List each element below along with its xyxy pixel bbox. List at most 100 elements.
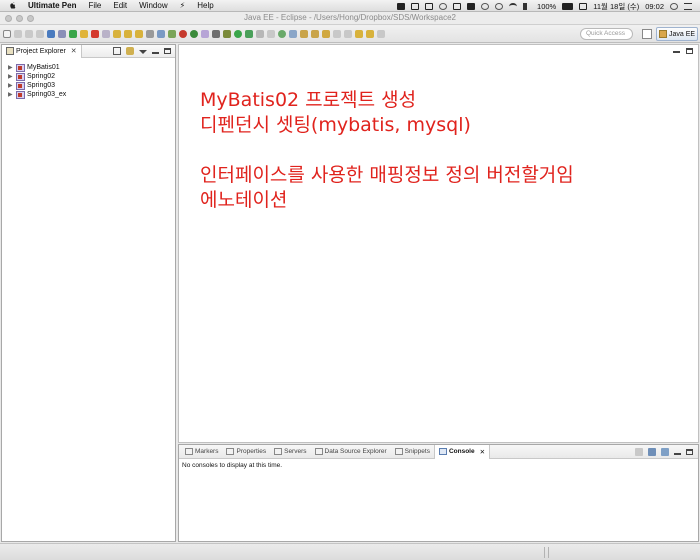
resume-icon[interactable] [69,30,77,38]
next-annotation-icon[interactable] [344,30,352,38]
menu-window[interactable]: Window [139,1,167,10]
new-web-icon[interactable] [289,30,297,38]
notification-center-icon[interactable] [684,2,692,10]
java-ee-perspective-icon [659,30,667,38]
flag-icon[interactable] [579,2,588,10]
expand-arrow-icon[interactable]: ▶ [8,91,16,98]
window-title: Java EE - Eclipse - /Users/Hong/Dropbox/… [244,13,456,22]
pin-console-icon[interactable] [635,448,643,456]
apple-menu-icon[interactable] [8,1,18,10]
open-task-icon[interactable] [311,30,319,38]
suspend-icon[interactable] [80,30,88,38]
perspective-java-ee-button[interactable]: Java EE [656,27,698,41]
open-console-icon[interactable] [661,448,669,456]
perspective-label: Java EE [669,30,696,38]
clock-time[interactable]: 09:02 [645,2,664,11]
tab-label: Snippets [404,448,430,455]
close-icon[interactable]: ✕ [480,448,485,456]
forward-icon[interactable] [366,30,374,38]
tab-servers[interactable]: Servers [270,445,310,459]
tab-properties[interactable]: Properties [222,445,270,459]
tray-tag-icon[interactable] [453,2,462,10]
disconnect-icon[interactable] [102,30,110,38]
tab-data-source-explorer[interactable]: Data Source Explorer [311,445,391,459]
last-edit-icon[interactable] [377,30,385,38]
publish-icon[interactable] [190,30,198,38]
menu-file[interactable]: File [88,1,101,10]
new-package-icon[interactable] [267,30,275,38]
close-icon[interactable]: ✕ [71,47,77,55]
use-step-filters-icon[interactable] [157,30,165,38]
step-into-icon[interactable] [113,30,121,38]
external-tools-icon[interactable] [245,30,253,38]
maximize-editor-button[interactable] [686,48,693,54]
maximize-view-button[interactable] [164,48,171,54]
print-icon[interactable] [36,30,44,38]
tray-dropbox-icon[interactable] [467,2,476,10]
status-separator [544,547,545,558]
tray-copy-icon[interactable] [425,2,434,10]
display-console-icon[interactable] [648,448,656,456]
spotlight-icon[interactable] [670,2,678,10]
tray-square-icon[interactable] [411,2,420,10]
open-perspective-icon[interactable] [642,29,652,39]
markers-icon [185,448,193,455]
new-icon[interactable] [3,30,11,38]
drop-frame-icon[interactable] [146,30,154,38]
view-menu-icon[interactable] [139,50,147,54]
quick-access-input[interactable]: Quick Access [580,28,633,40]
project-item-spring02[interactable]: ▶ Spring02 [2,72,175,81]
save-all-icon[interactable] [25,30,33,38]
editor-controls [673,48,693,54]
expand-arrow-icon[interactable]: ▶ [8,73,16,80]
open-type-icon[interactable] [300,30,308,38]
wifi-icon[interactable] [509,2,518,10]
tab-project-explorer[interactable]: Project Explorer ✕ [2,44,82,58]
terminal-icon[interactable] [212,30,220,38]
run-icon[interactable] [234,30,242,38]
project-item-spring03-ex[interactable]: ▶ Spring03_ex [2,90,175,99]
volume-icon[interactable] [523,2,531,10]
project-item-mybatis01[interactable]: ▶ MyBatis01 [2,63,175,72]
app-menu[interactable]: Ultimate Pen [28,1,76,10]
tray-app-icon[interactable] [397,2,406,10]
tab-markers[interactable]: Markers [181,445,222,459]
terminate-icon[interactable] [91,30,99,38]
stop-server-icon[interactable] [179,30,187,38]
tray-circle-icon[interactable] [439,2,448,10]
tab-snippets[interactable]: Snippets [391,445,434,459]
project-item-spring03[interactable]: ▶ Spring03 [2,81,175,90]
menu-help[interactable]: Help [197,1,213,10]
expand-arrow-icon[interactable]: ▶ [8,64,16,71]
server-icon[interactable] [47,30,55,38]
editor-area[interactable]: MyBatis02 프로젝트 생성 디펜던시 셋팅(mybatis, mysql… [178,44,699,443]
battery-icon[interactable] [562,2,574,10]
bluetooth-icon[interactable] [495,2,504,10]
new-java-project-icon[interactable] [256,30,264,38]
minimize-view-button[interactable] [152,51,159,54]
maximize-panel-button[interactable] [686,449,693,455]
data-source-icon [314,448,323,455]
time-machine-icon[interactable] [481,2,490,10]
collapse-all-icon[interactable] [113,47,121,55]
annotation-icon[interactable] [333,30,341,38]
tab-console[interactable]: Console ✕ [433,444,491,459]
minimize-editor-button[interactable] [673,51,680,53]
back-icon[interactable] [355,30,363,38]
project-name: Spring03_ex [27,91,67,98]
search-icon[interactable] [322,30,330,38]
link-with-editor-icon[interactable] [126,47,134,55]
bolt-icon[interactable]: ⚡ [180,1,186,10]
save-icon[interactable] [14,30,22,38]
expand-arrow-icon[interactable]: ▶ [8,82,16,89]
new-class-icon[interactable] [278,30,286,38]
minimize-panel-button[interactable] [674,452,681,455]
debug-icon[interactable] [223,30,231,38]
build-icon[interactable] [168,30,176,38]
clock-date[interactable]: 11월 18일 (수) [593,1,639,12]
new-server-icon[interactable] [201,30,209,38]
step-over-icon[interactable] [124,30,132,38]
menu-edit[interactable]: Edit [113,1,127,10]
skip-breakpoints-icon[interactable] [58,30,66,38]
step-return-icon[interactable] [135,30,143,38]
